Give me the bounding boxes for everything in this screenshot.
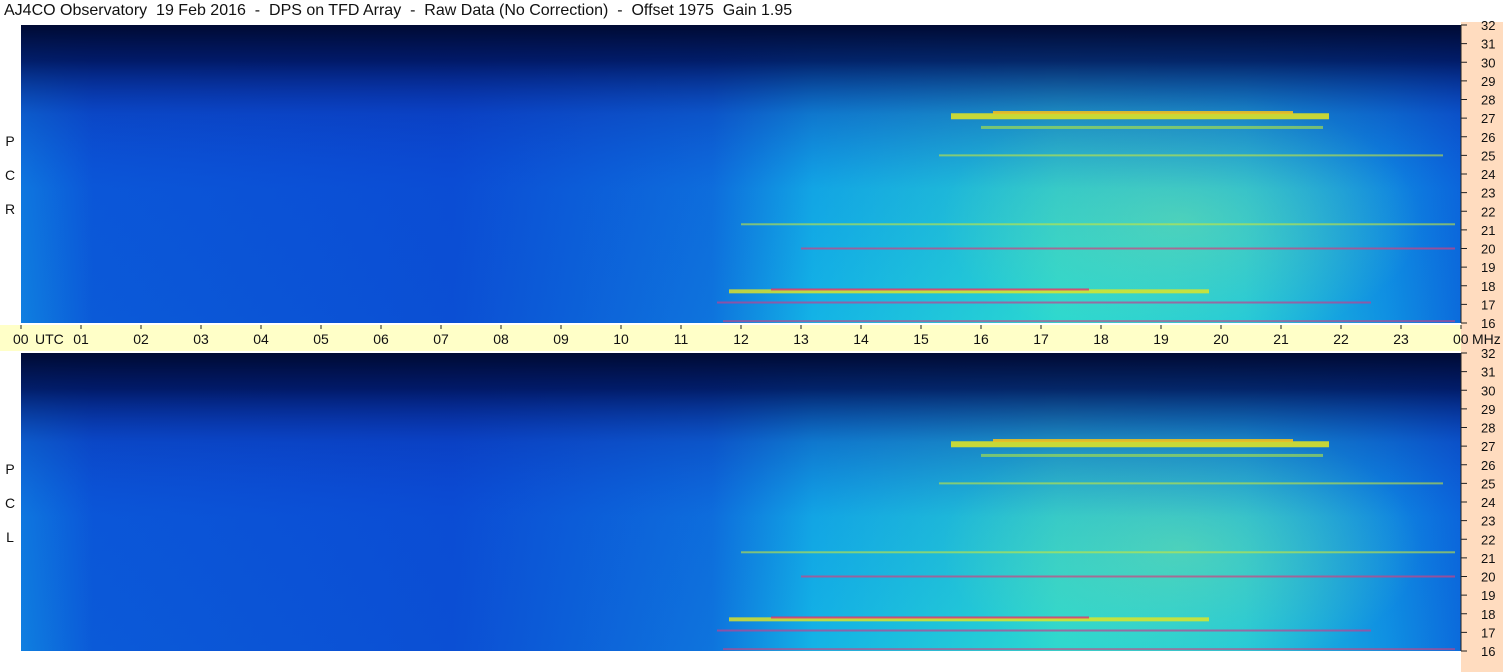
- rcp-signal-band: [717, 301, 1371, 304]
- spectrogram-chart: 16 17 18 19 20 21 22 23 24 25 26 27 28 29 30 31 32 16 17 18…: [0, 18, 1503, 672]
- time-unit-label: UTC: [35, 331, 64, 347]
- freq-tick-label: 32: [1481, 18, 1495, 33]
- rcp-signal-band: [993, 111, 1293, 115]
- time-tick-label: 10: [613, 331, 629, 347]
- lcp-signal-band: [801, 575, 1455, 578]
- time-tick-label: 06: [373, 331, 389, 347]
- time-axis-band: [0, 325, 1461, 351]
- freq-tick-label: 26: [1481, 458, 1495, 473]
- lcp-signal-band: [951, 441, 1329, 448]
- time-tick-label: 04: [253, 331, 269, 347]
- freq-tick-label: 18: [1481, 607, 1495, 622]
- time-tick-label: 18: [1093, 331, 1109, 347]
- time-tick-label: 15: [913, 331, 929, 347]
- freq-tick-label: 25: [1481, 148, 1495, 163]
- rcp-signal-band: [723, 320, 1455, 323]
- time-tick-label: 22: [1333, 331, 1349, 347]
- time-tick-label: 02: [133, 331, 149, 347]
- time-tick-label: 12: [733, 331, 749, 347]
- rcp-signal-band: [951, 113, 1329, 120]
- freq-tick-label: 25: [1481, 476, 1495, 491]
- time-tick-label: 03: [193, 331, 209, 347]
- lcp-signal-band: [717, 629, 1371, 632]
- rcp-high-freq-shade: [21, 25, 1461, 323]
- freq-tick-label: 32: [1481, 346, 1495, 361]
- freq-tick-label: 31: [1481, 37, 1495, 52]
- freq-tick-label: 21: [1481, 551, 1495, 566]
- time-tick-label: 23: [1393, 331, 1409, 347]
- freq-tick-label: 31: [1481, 365, 1495, 380]
- freq-tick-label: 27: [1481, 111, 1495, 126]
- freq-tick-label: 24: [1481, 495, 1495, 510]
- freq-tick-label: 30: [1481, 383, 1495, 398]
- freq-tick-label: 21: [1481, 223, 1495, 238]
- time-tick-label: 01: [73, 331, 89, 347]
- freq-tick-label: 22: [1481, 204, 1495, 219]
- lcp-signal-band: [993, 439, 1293, 443]
- time-tick-label: 17: [1033, 331, 1049, 347]
- freq-tick-label: 28: [1481, 93, 1495, 108]
- time-tick-label: 14: [853, 331, 869, 347]
- freq-tick-label: 29: [1481, 74, 1495, 89]
- freq-tick-label: 30: [1481, 55, 1495, 70]
- time-tick-label: 11: [674, 331, 689, 347]
- time-tick-label: 19: [1153, 331, 1169, 347]
- freq-tick-label: 23: [1481, 514, 1495, 529]
- time-tick-label: 09: [553, 331, 569, 347]
- freq-tick-label: 19: [1481, 260, 1495, 275]
- time-tick-label: 16: [973, 331, 989, 347]
- freq-tick-label: 16: [1481, 644, 1495, 659]
- time-tick-label: 20: [1213, 331, 1229, 347]
- rcp-signal-band: [801, 247, 1455, 250]
- freq-tick-label: 20: [1481, 570, 1495, 585]
- time-tick-label: 08: [493, 331, 509, 347]
- freq-tick-label: 23: [1481, 186, 1495, 201]
- time-tick-label: 05: [313, 331, 329, 347]
- freq-tick-label: 20: [1481, 242, 1495, 257]
- freq-tick-label: 16: [1481, 316, 1495, 331]
- lcp-signal-band: [939, 482, 1443, 485]
- rcp-signal-band: [939, 154, 1443, 157]
- rcp-signal-band: [771, 288, 1089, 291]
- freq-tick-label: 29: [1481, 402, 1495, 417]
- lcp-signal-band: [981, 453, 1323, 457]
- rcp-signal-band: [741, 223, 1455, 226]
- lcp-signal-band: [723, 648, 1455, 651]
- freq-tick-label: 27: [1481, 439, 1495, 454]
- freq-tick-label: 17: [1481, 297, 1495, 312]
- time-tick-label: 21: [1273, 331, 1289, 347]
- freq-tick-label: 22: [1481, 532, 1495, 547]
- lcp-signal-band: [771, 616, 1089, 619]
- freq-tick-label: 19: [1481, 588, 1495, 603]
- freq-tick-label: 26: [1481, 130, 1495, 145]
- freq-tick-label: 24: [1481, 167, 1495, 182]
- time-tick-label: 00: [13, 331, 29, 347]
- time-tick-label: 13: [793, 331, 809, 347]
- time-tick-label: 07: [433, 331, 449, 347]
- freq-tick-label: 28: [1481, 421, 1495, 436]
- freq-tick-label: 18: [1481, 279, 1495, 294]
- rcp-signal-band: [981, 125, 1323, 129]
- lcp-signal-band: [741, 551, 1455, 554]
- lcp-high-freq-shade: [21, 353, 1461, 651]
- freq-unit-label: MHz: [1472, 331, 1501, 347]
- time-tick-label: 00: [1453, 331, 1469, 347]
- freq-tick-label: 17: [1481, 625, 1495, 640]
